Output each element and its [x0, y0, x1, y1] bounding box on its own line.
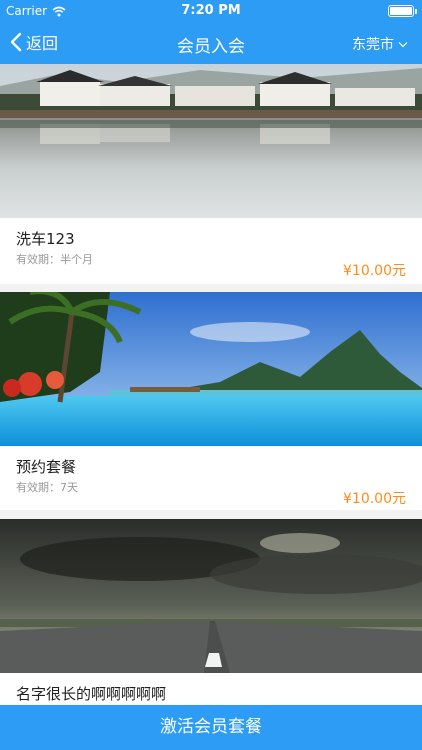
package-image-road	[0, 519, 422, 673]
status-bar: Carrier 7:20 PM	[0, 0, 422, 22]
header: Carrier 7:20 PM 返回 会员入会 东莞市	[0, 0, 422, 64]
package-name: 洗车123	[16, 230, 75, 248]
package-validity: 有效期：半个月	[16, 253, 93, 266]
city-selector[interactable]: 东莞市	[352, 34, 408, 54]
package-name: 预约套餐	[16, 458, 77, 476]
package-validity: 有效期：7天	[16, 481, 78, 494]
battery-icon	[388, 5, 417, 17]
package-price: ¥10.00元	[343, 491, 406, 507]
city-label: 东莞市	[352, 37, 394, 53]
package-name: 名字很长的啊啊啊啊啊	[16, 685, 167, 703]
dropdown-chevron-icon	[398, 41, 408, 47]
package-image-village	[0, 64, 422, 218]
battery-fill	[390, 7, 412, 15]
package-card[interactable]: 洗车123 有效期：半个月 ¥10.00元	[0, 64, 422, 284]
package-card[interactable]: 预约套餐 有效期：7天 ¥10.00元	[0, 292, 422, 510]
nav-bar: 返回 会员入会 东莞市	[0, 22, 422, 64]
activate-membership-button[interactable]: 激活会员套餐	[0, 705, 422, 750]
battery-tip	[415, 9, 417, 14]
package-image-beach	[0, 292, 422, 446]
screen: Carrier 7:20 PM 返回 会员入会 东莞市 洗车123 有效期：半个…	[0, 0, 422, 750]
status-time: 7:20 PM	[181, 3, 241, 18]
package-price: ¥10.00元	[343, 263, 406, 279]
